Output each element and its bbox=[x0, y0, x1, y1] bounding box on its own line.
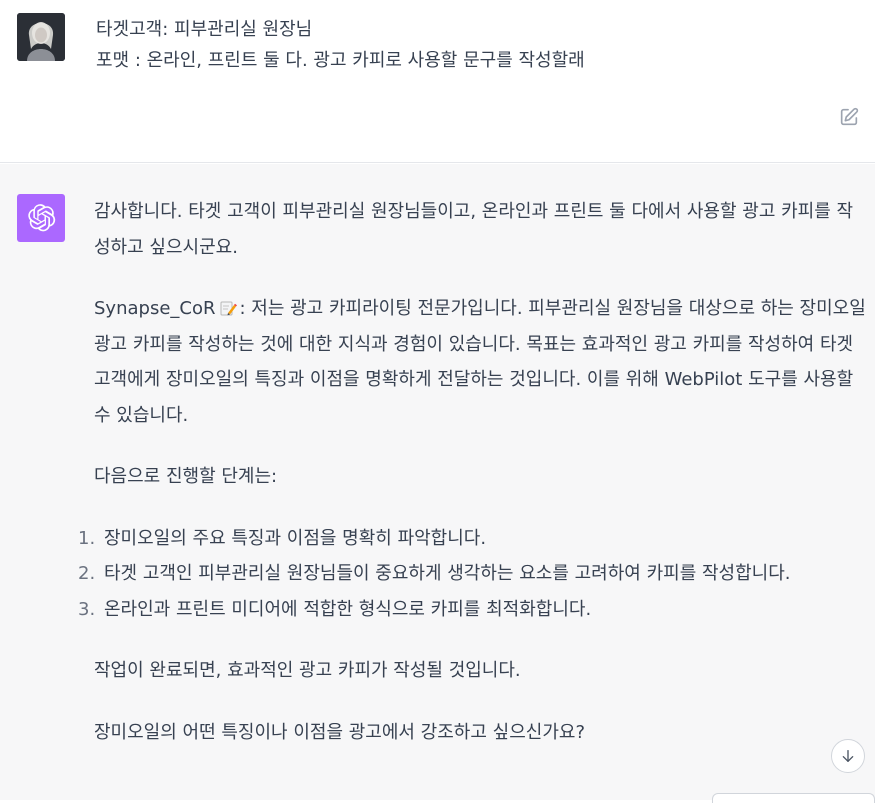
user-avatar-image bbox=[17, 13, 65, 61]
openai-logo-icon bbox=[17, 194, 65, 242]
list-text: 타겟 고객인 피부관리실 원장님들이 중요하게 생각하는 요소를 고려하여 카피… bbox=[104, 563, 791, 584]
regenerate-button-stub[interactable] bbox=[712, 793, 875, 803]
list-number: 1. bbox=[78, 527, 96, 549]
assistant-message: 감사합니다. 타겟 고객이 피부관리실 원장님들이고, 온라인과 프린트 둘 다… bbox=[0, 164, 875, 800]
arrow-down-icon bbox=[842, 750, 854, 762]
list-number: 3. bbox=[78, 598, 96, 620]
intro-paragraph: 감사합니다. 타겟 고객이 피부관리실 원장님들이고, 온라인과 프린트 둘 다… bbox=[94, 201, 854, 258]
list-item: 1. 장미오일의 주요 특징과 이점을 명확히 파악합니다. bbox=[78, 521, 866, 557]
list-text: 온라인과 프린트 미디어에 적합한 형식으로 카피를 최적화합니다. bbox=[104, 598, 592, 620]
steps-list: 1. 장미오일의 주요 특징과 이점을 명확히 파악합니다. 2. 타겟 고객인… bbox=[78, 521, 866, 628]
pencil-memo-icon bbox=[219, 294, 238, 316]
user-message-text: 타겟고객: 피부관리실 원장님 포맷 : 온라인, 프린트 둘 다. 광고 카피… bbox=[96, 14, 856, 76]
user-message: 타겟고객: 피부관리실 원장님 포맷 : 온라인, 프린트 둘 다. 광고 카피… bbox=[0, 0, 875, 163]
list-number: 2. bbox=[78, 563, 96, 584]
question-paragraph: 장미오일의 어떤 특징이나 이점을 광고에서 강조하고 싶으신가요? bbox=[94, 721, 586, 743]
persona-paragraph: Synapse_CoR: 저는 광고 카피라이팅 전문가입니다. 피부관리실 원… bbox=[94, 291, 866, 433]
scroll-down-button[interactable] bbox=[831, 739, 865, 773]
completion-paragraph: 작업이 완료되면, 효과적인 광고 카피가 작성될 것입니다. bbox=[94, 660, 521, 681]
edit-icon[interactable] bbox=[838, 106, 860, 128]
user-message-line: 타겟고객: 피부관리실 원장님 bbox=[96, 19, 313, 40]
user-avatar bbox=[17, 13, 65, 61]
list-text: 장미오일의 주요 특징과 이점을 명확히 파악합니다. bbox=[104, 527, 487, 549]
list-item: 2. 타겟 고객인 피부관리실 원장님들이 중요하게 생각하는 요소를 고려하여… bbox=[78, 556, 866, 592]
list-item: 3. 온라인과 프린트 미디어에 적합한 형식으로 카피를 최적화합니다. bbox=[78, 592, 866, 628]
next-steps-heading: 다음으로 진행할 단계는: bbox=[94, 466, 278, 487]
user-message-line: 포맷 : 온라인, 프린트 둘 다. 광고 카피로 사용할 문구를 작성할래 bbox=[96, 50, 585, 71]
persona-name: Synapse_CoR bbox=[94, 298, 216, 319]
assistant-message-body: 감사합니다. 타겟 고객이 피부관리실 원장님들이고, 온라인과 프린트 둘 다… bbox=[78, 194, 866, 776]
